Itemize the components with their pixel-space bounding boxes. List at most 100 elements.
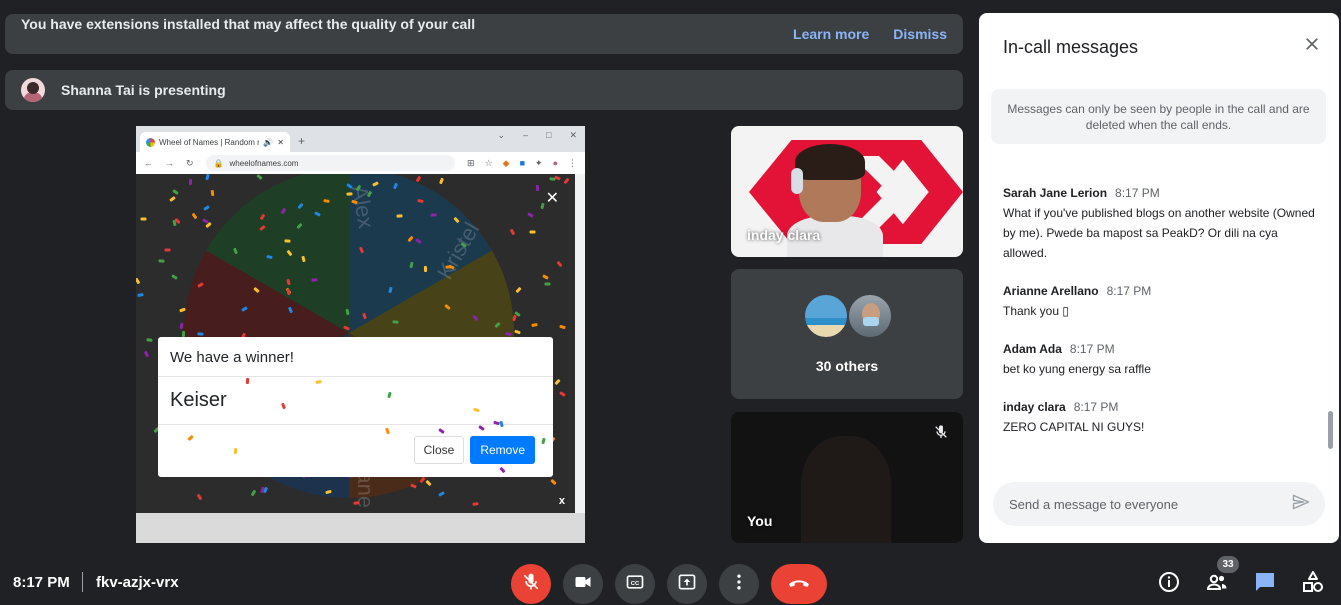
avatar: [803, 293, 849, 339]
winner-modal: We have a winner! Keiser Close Remove: [158, 337, 553, 477]
message-sender: inday clara: [1003, 400, 1066, 414]
others-count: 30 others: [815, 358, 879, 374]
self-video: [801, 436, 891, 543]
end-call-button[interactable]: [771, 564, 827, 604]
participants-count-badge: 33: [1217, 556, 1239, 573]
info-icon: [1157, 570, 1181, 599]
shapes-icon: [1301, 570, 1325, 599]
message-text: ZERO CAPITAL NI GUYS!: [1003, 420, 1145, 434]
star-icon: ☆: [484, 157, 493, 168]
modal-remove-button: Remove: [470, 436, 535, 464]
dismiss-button[interactable]: Dismiss: [893, 26, 947, 42]
winner-modal-title: We have a winner!: [158, 337, 553, 377]
chat-button[interactable]: [1251, 570, 1279, 598]
meeting-info-button[interactable]: [1155, 570, 1183, 598]
minimize-icon: –: [523, 130, 529, 140]
avatar: [847, 293, 893, 339]
more-options-button[interactable]: [719, 564, 759, 604]
present-icon: [677, 572, 697, 597]
chat-message: Sarah Jane Lerion 8:17 PM What if you've …: [1003, 185, 1323, 263]
message-time: 8:17 PM: [1106, 284, 1152, 298]
captions-button[interactable]: CC: [615, 564, 655, 604]
chat-message: inday clara 8:17 PM ZERO CAPITAL NI GUYS!: [1003, 399, 1323, 437]
presenting-text: Shanna Tai is presenting: [61, 82, 226, 98]
more-vertical-icon: ⋮: [568, 157, 577, 168]
chat-panel: In-call messages Messages can only be se…: [979, 13, 1339, 543]
others-tile[interactable]: 30 others: [731, 269, 963, 399]
tab-close-icon: ✕: [277, 137, 284, 147]
extensions-warning-banner: You have extensions installed that may a…: [5, 14, 963, 54]
modal-close-button: Close: [413, 436, 465, 464]
activities-button[interactable]: [1299, 570, 1327, 598]
lock-icon: 🔒: [213, 158, 224, 168]
profile-icon: ●: [552, 157, 558, 168]
message-time: 8:17 PM: [1115, 186, 1160, 200]
tab-audio-icon: 🔊: [263, 137, 274, 147]
browser-tab: Wheel of Names | Random n 🔊 ✕: [140, 132, 290, 152]
chat-message-input[interactable]: [1009, 496, 1291, 512]
reload-icon: ↻: [186, 157, 194, 168]
mic-off-icon: [521, 572, 541, 597]
self-tile[interactable]: You: [731, 412, 963, 543]
forward-arrow-icon: →: [165, 158, 174, 168]
meeting-code: fkv-azjx-vrx: [96, 574, 179, 591]
winner-modal-footer: Close Remove: [158, 425, 553, 475]
page-x-icon: x: [558, 495, 565, 507]
maximize-icon: □: [546, 130, 552, 140]
chat-notice: Messages can only be seen by people in t…: [991, 89, 1326, 144]
participant-tile[interactable]: inday clara: [731, 126, 963, 257]
message-sender: Sarah Jane Lerion: [1003, 186, 1108, 200]
chat-message: Adam Ada 8:17 PM bet ko yung energy sa ra…: [1003, 341, 1323, 379]
message-time: 8:17 PM: [1069, 342, 1115, 356]
participant-name: inday clara: [747, 227, 821, 243]
chat-icon: [1253, 570, 1277, 599]
mic-toggle-button[interactable]: [511, 564, 551, 604]
learn-more-link[interactable]: Learn more: [793, 26, 869, 42]
shield-extension-icon: ■: [519, 157, 526, 168]
chat-scrollbar[interactable]: [1328, 411, 1333, 449]
presenter-avatar: [21, 78, 45, 102]
wheel-page: Alex Kristel ah Jane ✕ x We have a winne…: [136, 174, 575, 513]
close-icon[interactable]: [1303, 35, 1321, 58]
chevron-down-icon: ⌄: [497, 130, 505, 140]
url-text: wheelofnames.com: [229, 158, 299, 168]
browser-tab-strip: Wheel of Names | Random n 🔊 ✕ + ⌄ – □ ✕: [136, 126, 585, 152]
chat-input-container: [993, 482, 1325, 526]
chat-message-list: Sarah Jane Lerion 8:17 PM What if you've …: [1003, 185, 1323, 457]
fox-extension-icon: ◆: [502, 157, 510, 168]
camera-toggle-button[interactable]: [563, 564, 603, 604]
divider: [82, 572, 83, 592]
message-sender: Adam Ada: [1003, 342, 1062, 356]
meeting-time: 8:17 PM: [13, 574, 70, 591]
hang-up-icon: [786, 569, 812, 600]
chat-panel-title: In-call messages: [1003, 37, 1139, 57]
page-close-icon: ✕: [545, 190, 559, 207]
shared-screen: Wheel of Names | Random n 🔊 ✕ + ⌄ – □ ✕ …: [136, 126, 585, 543]
window-controls: ⌄ – □ ✕: [497, 130, 577, 141]
svg-text:CC: CC: [631, 580, 640, 586]
more-vertical-icon: [729, 572, 749, 597]
send-icon[interactable]: [1291, 492, 1311, 517]
favicon-icon: [146, 137, 155, 147]
extension-icons: ⊞ ☆ ◆ ■ ✦ ● ⋮: [467, 158, 577, 169]
people-icon: [1205, 570, 1229, 599]
winner-name: Keiser: [158, 377, 553, 425]
chat-message: Arianne Arellano 8:17 PM Thank you ▯: [1003, 283, 1323, 321]
message-text: bet ko yung energy sa raffle: [1003, 362, 1151, 376]
back-arrow-icon: ←: [144, 158, 153, 168]
presenting-banner: Shanna Tai is presenting: [5, 70, 963, 110]
message-text: Thank you ▯: [1003, 304, 1069, 318]
puzzle-icon: ✦: [535, 157, 543, 168]
url-field: 🔒 wheelofnames.com: [205, 155, 456, 171]
message-sender: Arianne Arellano: [1003, 284, 1099, 298]
message-time: 8:17 PM: [1073, 400, 1119, 414]
browser-address-bar: ← → ↻ 🔒 wheelofnames.com ⊞ ☆ ◆ ■ ✦ ● ⋮: [136, 152, 585, 174]
participants-button[interactable]: [1203, 570, 1231, 598]
message-text: What if you've published blogs on anothe…: [1003, 206, 1315, 260]
browser-tab-title: Wheel of Names | Random n: [159, 137, 260, 147]
present-screen-button[interactable]: [667, 564, 707, 604]
new-tab-icon: +: [298, 134, 306, 148]
page-scrollbar: [575, 174, 585, 543]
close-window-icon: ✕: [569, 130, 577, 140]
self-name: You: [747, 513, 773, 529]
